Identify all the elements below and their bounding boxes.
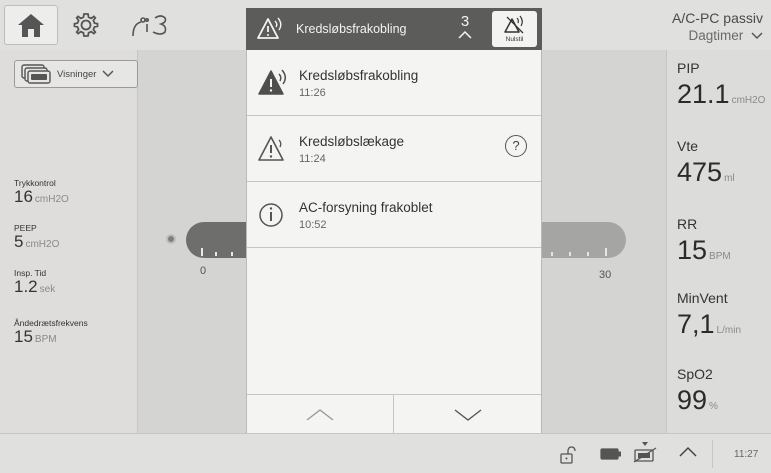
battery-icon [600,448,621,460]
measure-name: PIP [677,60,700,76]
measure-unit: ml [724,173,735,184]
measure-pip[interactable]: PIP 21.1 cmH2O [677,60,771,116]
setting-value: 16 [14,187,33,206]
pressure-gauge-bar-end [540,222,626,258]
alarm-time: 11:24 [299,153,326,165]
measure-value: 475 [677,157,723,187]
home-icon [18,14,44,37]
status-bar: 11:27 [0,433,771,473]
status-divider [712,440,713,468]
measure-rr[interactable]: RR 15 BPM [677,216,771,272]
settings-button[interactable] [68,8,104,42]
measure-vte[interactable]: Vte 475 ml [677,138,771,194]
setting-unit: BPM [34,334,57,345]
clock: 11:27 [734,449,759,460]
pressure-indicator-dot [166,234,176,244]
measure-minvent[interactable]: MinVent 7,1 L/min [677,290,771,346]
gauge-max-label: 30 [599,269,612,281]
tools-icon [132,15,167,37]
settings-panel: Visninger Trykkontrol 16 cmH2O PEEP 5 cmH2… [0,50,138,433]
setting-unit: sek [39,284,56,295]
measure-name: MinVent [677,290,728,306]
unlock-icon[interactable] [559,446,577,464]
measure-unit: cmH2O [731,95,766,106]
measure-name: Vte [677,138,699,154]
gauge-ticks [551,248,607,256]
views-icon [21,64,51,84]
setting-unit: cmH2O [25,239,60,250]
setting-name: PEEP [14,223,37,233]
measure-name: RR [677,216,698,232]
mode-label: A/C-PC passiv [671,10,763,26]
measure-spo2[interactable]: SpO2 99% [677,366,771,422]
views-label: Visninger [57,68,97,80]
help-icon[interactable]: ? [505,135,527,157]
alarm-item[interactable]: AC-forsyning frakoblet 10:52 [247,182,541,248]
chevron-up-icon [458,31,472,39]
chevron-up-icon [306,409,334,421]
alarm-item[interactable]: Kredsløbsfrakobling 11:26 [247,50,541,116]
chevron-down-icon [454,409,481,421]
setting-value: 1.2 [14,277,38,296]
setting-value: 5 [14,232,24,251]
measure-unit: % [709,401,718,412]
alarm-scroll-down-button[interactable] [394,395,541,435]
alarm-time: 10:52 [299,219,327,231]
ac-power-icon [633,442,657,463]
info-icon [259,203,283,227]
home-button[interactable] [4,5,58,45]
setting-value: 15 [14,327,33,346]
time-of-day-label: Dagtimer [688,28,744,43]
alarm-name: AC-forsyning frakoblet [299,200,433,215]
tools-button[interactable] [128,8,172,42]
alarm-name: Kredsløbsfrakobling [299,68,419,83]
measure-name: SpO2 [677,366,713,382]
measure-value: 15 [677,235,708,265]
measure-value: 99 [677,385,708,415]
alarm-name: Kredsløbslækage [299,134,405,149]
setting-unit: cmH2O [34,194,69,205]
alarm-high-icon [258,69,286,95]
alarm-list: Kredsløbsfrakobling 11:26 Kredsløbslækag… [246,50,542,435]
chevron-down-icon [751,32,763,40]
measure-value: 21.1 [677,79,730,109]
alarm-medium-icon [258,136,284,161]
pressure-gauge-bar [186,222,246,258]
measure-value: 7,1 [677,309,715,339]
measure-unit: L/min [716,325,741,336]
alarm-count: 3 [454,14,476,39]
setting-peep[interactable]: PEEP 5 cmH2O [14,223,134,254]
gauge-ticks [201,248,233,256]
setting-respiratory-rate[interactable]: Åndedrætsfrekvens 15 BPM [14,318,134,349]
alarm-reset-label: Nulstil [505,36,524,43]
setting-insp-time[interactable]: Insp. Tid 1.2 sek [14,268,134,299]
alarm-scroll-up-button[interactable] [247,395,394,435]
alarm-reset-button[interactable]: Nulstil [492,11,537,47]
ventilation-mode[interactable]: A/C-PC passiv Dagtimer [672,10,763,44]
gauge-min-label: 0 [200,265,207,277]
measure-unit: BPM [709,251,731,262]
measurements-panel: PIP 21.1 cmH2O Vte 475 ml RR 15 BPM MinVent… [666,50,771,433]
alarm-bell-triangle-icon [257,17,282,39]
alarm-item[interactable]: Kredsløbslækage 11:24 ? [247,116,541,182]
alarm-count-value: 3 [460,13,470,30]
alarm-header-title: Kredsløbsfrakobling [296,22,407,36]
views-button[interactable]: Visninger [14,60,138,88]
gear-icon [73,13,99,37]
alarm-time: 11:26 [299,87,326,99]
alarm-list-nav [247,394,541,435]
alarm-silence-icon [503,15,523,34]
alarm-header[interactable]: Kredsløbsfrakobling 3 Nulstil [246,8,542,50]
chevron-up-icon[interactable] [678,446,698,458]
chevron-down-icon [102,70,114,78]
setting-pressure-control[interactable]: Trykkontrol 16 cmH2O [14,178,134,209]
